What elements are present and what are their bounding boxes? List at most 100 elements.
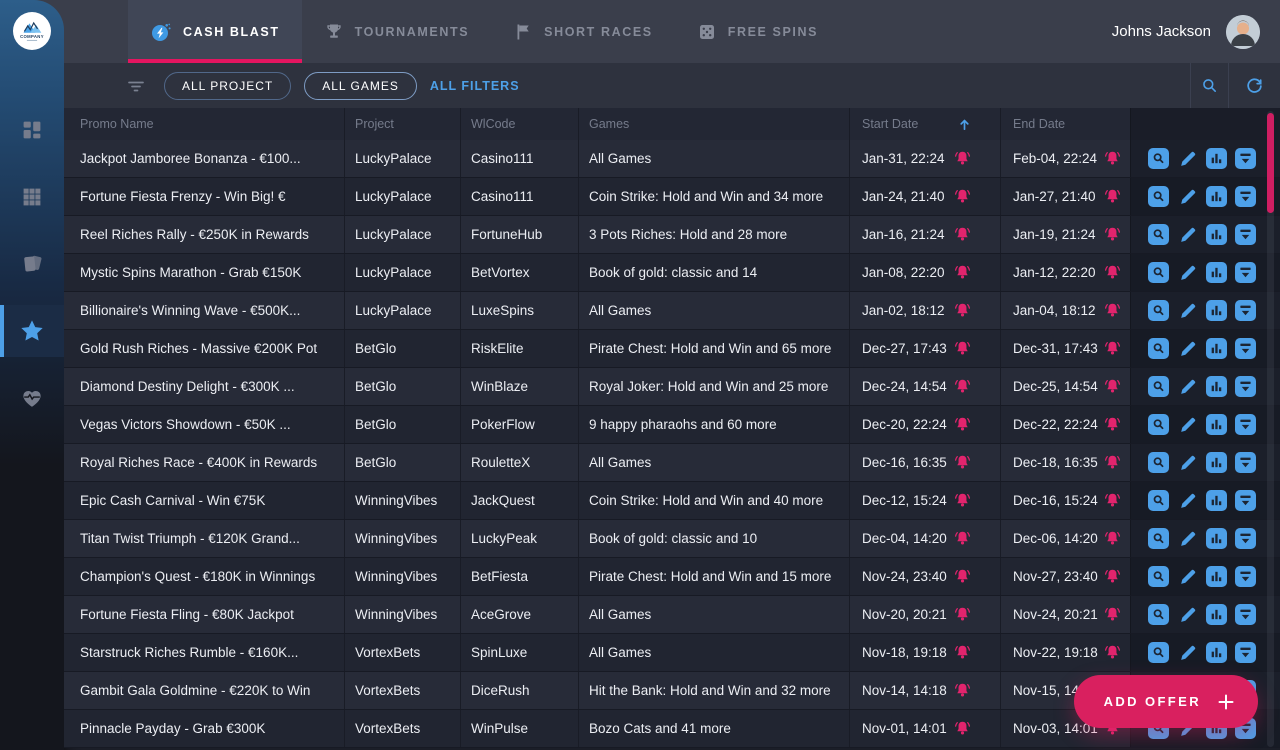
add-offer-button[interactable]: ADD OFFER [1074,675,1258,728]
stats-button[interactable] [1206,338,1227,359]
notification-bell-icon[interactable] [1103,263,1122,282]
notification-bell-icon[interactable] [1103,643,1122,662]
scrollbar-thumb[interactable] [1267,113,1274,213]
notification-bell-icon[interactable] [1103,567,1122,586]
edit-button[interactable] [1177,224,1198,245]
edit-button[interactable] [1177,642,1198,663]
edit-button[interactable] [1177,338,1198,359]
search-icon[interactable] [1190,63,1228,108]
all-project-chip[interactable]: ALL PROJECT [164,72,291,100]
edit-button[interactable] [1177,490,1198,511]
edit-button[interactable] [1177,148,1198,169]
archive-button[interactable] [1235,338,1256,359]
stats-button[interactable] [1206,186,1227,207]
sidebar-item-dashboard[interactable] [0,104,64,156]
preview-button[interactable] [1148,148,1169,169]
notification-bell-icon[interactable] [1103,301,1122,320]
stats-button[interactable] [1206,414,1227,435]
stats-button[interactable] [1206,490,1227,511]
preview-button[interactable] [1148,566,1169,587]
edit-button[interactable] [1177,262,1198,283]
preview-button[interactable] [1148,414,1169,435]
user-menu[interactable]: Johns Jackson [1112,0,1280,63]
stats-button[interactable] [1206,148,1227,169]
stats-button[interactable] [1206,566,1227,587]
sidebar-item-cards[interactable] [0,238,64,290]
company-logo[interactable]: COMPANY [13,12,51,50]
archive-button[interactable] [1235,604,1256,625]
preview-button[interactable] [1148,604,1169,625]
edit-button[interactable] [1177,528,1198,549]
notification-bell-icon[interactable] [953,491,972,510]
archive-button[interactable] [1235,262,1256,283]
preview-button[interactable] [1148,300,1169,321]
edit-button[interactable] [1177,300,1198,321]
archive-button[interactable] [1235,528,1256,549]
notification-bell-icon[interactable] [1103,225,1122,244]
col-header-project[interactable]: Project [344,108,460,140]
notification-bell-icon[interactable] [1103,415,1122,434]
refresh-icon[interactable] [1228,63,1280,108]
tab-tournaments[interactable]: TOURNAMENTS [302,0,492,63]
preview-button[interactable] [1148,186,1169,207]
notification-bell-icon[interactable] [953,643,972,662]
archive-button[interactable] [1235,300,1256,321]
notification-bell-icon[interactable] [953,187,972,206]
notification-bell-icon[interactable] [1103,453,1122,472]
col-header-wlcode[interactable]: WlCode [460,108,578,140]
preview-button[interactable] [1148,452,1169,473]
sidebar-item-games-grid[interactable] [0,171,64,223]
tab-free-spins[interactable]: FREE SPINS [675,0,840,63]
archive-button[interactable] [1235,642,1256,663]
notification-bell-icon[interactable] [953,263,972,282]
stats-button[interactable] [1206,604,1227,625]
preview-button[interactable] [1148,224,1169,245]
col-header-promo-name[interactable]: Promo Name [64,108,344,140]
notification-bell-icon[interactable] [1103,339,1122,358]
edit-button[interactable] [1177,452,1198,473]
preview-button[interactable] [1148,528,1169,549]
col-header-end-date[interactable]: End Date [1000,108,1130,140]
notification-bell-icon[interactable] [953,301,972,320]
notification-bell-icon[interactable] [953,453,972,472]
notification-bell-icon[interactable] [953,415,972,434]
preview-button[interactable] [1148,376,1169,397]
all-games-chip[interactable]: ALL GAMES [304,72,417,100]
notification-bell-icon[interactable] [1103,149,1122,168]
edit-button[interactable] [1177,376,1198,397]
tab-cash-blast[interactable]: CASH BLAST [128,0,302,63]
archive-button[interactable] [1235,490,1256,511]
archive-button[interactable] [1235,414,1256,435]
sidebar-item-health[interactable] [0,372,64,424]
archive-button[interactable] [1235,376,1256,397]
sidebar-item-offers-favorites[interactable] [0,305,64,357]
archive-button[interactable] [1235,186,1256,207]
notification-bell-icon[interactable] [953,149,972,168]
stats-button[interactable] [1206,224,1227,245]
stats-button[interactable] [1206,642,1227,663]
archive-button[interactable] [1235,224,1256,245]
edit-button[interactable] [1177,566,1198,587]
notification-bell-icon[interactable] [953,377,972,396]
stats-button[interactable] [1206,262,1227,283]
notification-bell-icon[interactable] [953,225,972,244]
edit-button[interactable] [1177,604,1198,625]
notification-bell-icon[interactable] [1103,529,1122,548]
notification-bell-icon[interactable] [953,605,972,624]
col-header-start-date[interactable]: Start Date [849,108,1000,140]
sort-ascending-icon[interactable] [957,117,972,132]
archive-button[interactable] [1235,148,1256,169]
preview-button[interactable] [1148,642,1169,663]
notification-bell-icon[interactable] [1103,605,1122,624]
notification-bell-icon[interactable] [953,681,972,700]
notification-bell-icon[interactable] [1103,491,1122,510]
notification-bell-icon[interactable] [953,529,972,548]
notification-bell-icon[interactable] [953,339,972,358]
edit-button[interactable] [1177,414,1198,435]
notification-bell-icon[interactable] [953,719,972,738]
stats-button[interactable] [1206,452,1227,473]
notification-bell-icon[interactable] [953,567,972,586]
tab-short-races[interactable]: SHORT RACES [491,0,675,63]
avatar[interactable] [1226,15,1260,49]
edit-button[interactable] [1177,186,1198,207]
